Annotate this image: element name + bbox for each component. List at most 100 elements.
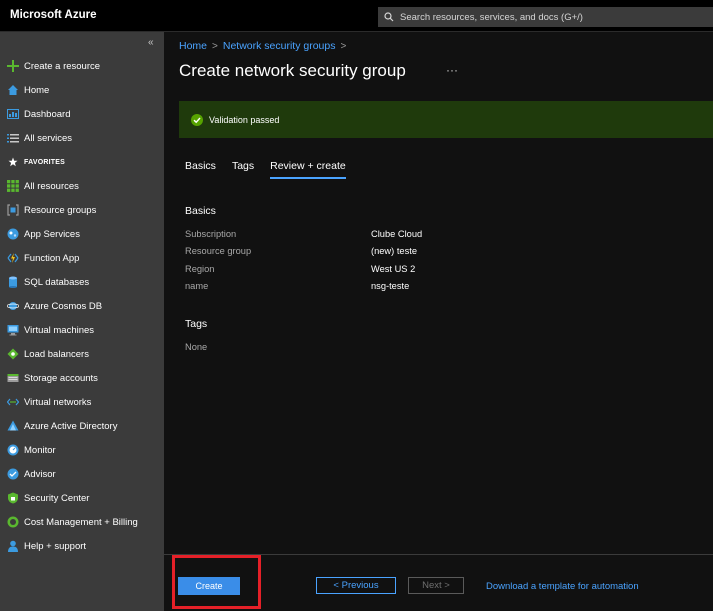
monitor-icon xyxy=(6,443,20,457)
star-icon xyxy=(6,155,20,169)
validation-banner: Validation passed xyxy=(179,101,713,138)
summary-value: (new) teste xyxy=(371,246,417,256)
sidebar-item-load-balancers[interactable]: Load balancers xyxy=(0,342,164,366)
list-icon xyxy=(6,131,20,145)
sidebar-item-create-a-resource[interactable]: Create a resource xyxy=(0,54,164,78)
sidebar-item-label: Azure Active Directory xyxy=(24,420,118,432)
virtual-network-icon xyxy=(6,395,20,409)
sidebar-item-virtual-machines[interactable]: Virtual machines xyxy=(0,318,164,342)
sidebar-item-label: Virtual machines xyxy=(24,324,95,336)
sidebar-item-label: Cost Management + Billing xyxy=(24,516,138,528)
sidebar-item-advisor[interactable]: Advisor xyxy=(0,462,164,486)
chevron-right-icon: > xyxy=(212,40,218,52)
sidebar-item-azure-active-directory[interactable]: Azure Active Directory xyxy=(0,414,164,438)
sidebar-item-label: Advisor xyxy=(24,468,56,480)
sidebar-item-storage-accounts[interactable]: Storage accounts xyxy=(0,366,164,390)
sidebar-item-azure-cosmos-db[interactable]: Azure Cosmos DB xyxy=(0,294,164,318)
search-icon xyxy=(384,12,394,22)
dashboard-icon xyxy=(6,107,20,121)
advisor-icon xyxy=(6,467,20,481)
sidebar-item-cost-management-billing[interactable]: Cost Management + Billing xyxy=(0,510,164,534)
page-title: Create network security group xyxy=(179,61,406,80)
search-placeholder: Search resources, services, and docs (G+… xyxy=(400,11,583,23)
tags-value: None xyxy=(185,342,208,352)
summary-key: Region xyxy=(185,264,215,274)
global-search-box[interactable]: Search resources, services, and docs (G+… xyxy=(378,7,713,27)
sidebar-item-security-center[interactable]: Security Center xyxy=(0,486,164,510)
sidebar-item-function-app[interactable]: Function App xyxy=(0,246,164,270)
previous-button[interactable]: < Previous xyxy=(316,577,396,594)
more-options-icon[interactable]: ··· xyxy=(446,63,458,77)
favorites-header: FAVORITES xyxy=(0,150,164,174)
sidebar-item-all-services[interactable]: All services xyxy=(0,126,164,150)
download-template-link[interactable]: Download a template for automation xyxy=(486,581,639,592)
sidebar-item-dashboard[interactable]: Dashboard xyxy=(0,102,164,126)
sidebar-item-label: Load balancers xyxy=(24,348,89,360)
active-directory-icon xyxy=(6,419,20,433)
summary-row-region: Region West US 2 xyxy=(185,264,705,274)
function-app-icon xyxy=(6,251,20,265)
sidebar-item-home[interactable]: Home xyxy=(0,78,164,102)
grid-icon xyxy=(6,179,20,193)
sidebar-item-label: Azure Cosmos DB xyxy=(24,300,103,312)
sidebar-item-label: Function App xyxy=(24,252,80,264)
plus-icon xyxy=(6,59,20,73)
summary-key: Resource group xyxy=(185,246,252,256)
load-balancer-icon xyxy=(6,347,20,361)
sidebar-item-label: All services xyxy=(24,132,73,144)
summary-value: Clube Cloud xyxy=(371,229,423,239)
sidebar-item-label: All resources xyxy=(24,180,79,192)
tab-review-create[interactable]: Review + create xyxy=(270,160,346,179)
security-center-icon xyxy=(6,491,20,505)
sidebar-item-sql-databases[interactable]: SQL databases xyxy=(0,270,164,294)
sidebar-item-virtual-networks[interactable]: Virtual networks xyxy=(0,390,164,414)
storage-icon xyxy=(6,371,20,385)
next-button[interactable]: Next > xyxy=(408,577,464,594)
footer-action-bar: Create < Previous Next > Download a temp… xyxy=(164,554,713,611)
sql-database-icon xyxy=(6,275,20,289)
sidebar-item-label: SQL databases xyxy=(24,276,90,288)
summary-value: nsg-teste xyxy=(371,281,410,291)
summary-key: Subscription xyxy=(185,229,237,239)
tab-basics[interactable]: Basics xyxy=(185,160,216,179)
sidebar-item-label: Create a resource xyxy=(24,60,101,72)
help-support-icon xyxy=(6,539,20,553)
summary-value: West US 2 xyxy=(371,264,416,274)
sidebar-item-label: Dashboard xyxy=(24,108,71,120)
breadcrumb-network-security-groups-link[interactable]: Network security groups xyxy=(223,40,336,52)
validation-message: Validation passed xyxy=(209,114,280,125)
sidebar-item-label: Resource groups xyxy=(24,204,97,216)
check-circle-icon xyxy=(191,113,203,126)
collapse-sidebar-icon[interactable]: « xyxy=(148,37,154,48)
sidebar-item-help-support[interactable]: Help + support xyxy=(0,534,164,558)
sidebar-item-label: Virtual networks xyxy=(24,396,92,408)
virtual-machine-icon xyxy=(6,323,20,337)
wizard-tabs: Basics Tags Review + create xyxy=(185,160,362,179)
breadcrumb: Home > Network security groups > xyxy=(179,40,351,52)
tab-tags[interactable]: Tags xyxy=(232,160,254,179)
sidebar-item-label: Home xyxy=(24,84,50,96)
brand-title[interactable]: Microsoft Azure xyxy=(10,9,96,21)
sidebar-item-label: App Services xyxy=(24,228,80,240)
sidebar-item-resource-groups[interactable]: Resource groups xyxy=(0,198,164,222)
top-bar: Microsoft Azure Search resources, servic… xyxy=(0,0,713,32)
cosmos-db-icon xyxy=(6,299,20,313)
sidebar: « Create a resource Home Dashboard All s… xyxy=(0,32,164,611)
app-services-icon xyxy=(6,227,20,241)
sidebar-item-monitor[interactable]: Monitor xyxy=(0,438,164,462)
sidebar-item-app-services[interactable]: App Services xyxy=(0,222,164,246)
breadcrumb-home-link[interactable]: Home xyxy=(179,40,207,52)
main-content: Home > Network security groups > Create … xyxy=(164,32,713,611)
cost-management-icon xyxy=(6,515,20,529)
sidebar-item-label: Storage accounts xyxy=(24,372,98,384)
resource-group-icon xyxy=(6,203,20,217)
sidebar-item-label: Security Center xyxy=(24,492,90,504)
home-icon xyxy=(6,83,20,97)
chevron-right-icon: > xyxy=(340,40,347,52)
summary-key: name xyxy=(185,281,209,291)
favorites-label: FAVORITES xyxy=(24,158,65,166)
sidebar-item-all-resources[interactable]: All resources xyxy=(0,174,164,198)
summary-row-subscription: Subscription Clube Cloud xyxy=(185,229,705,239)
create-button[interactable]: Create xyxy=(178,577,240,595)
summary-row-resource-group: Resource group (new) teste xyxy=(185,246,705,256)
